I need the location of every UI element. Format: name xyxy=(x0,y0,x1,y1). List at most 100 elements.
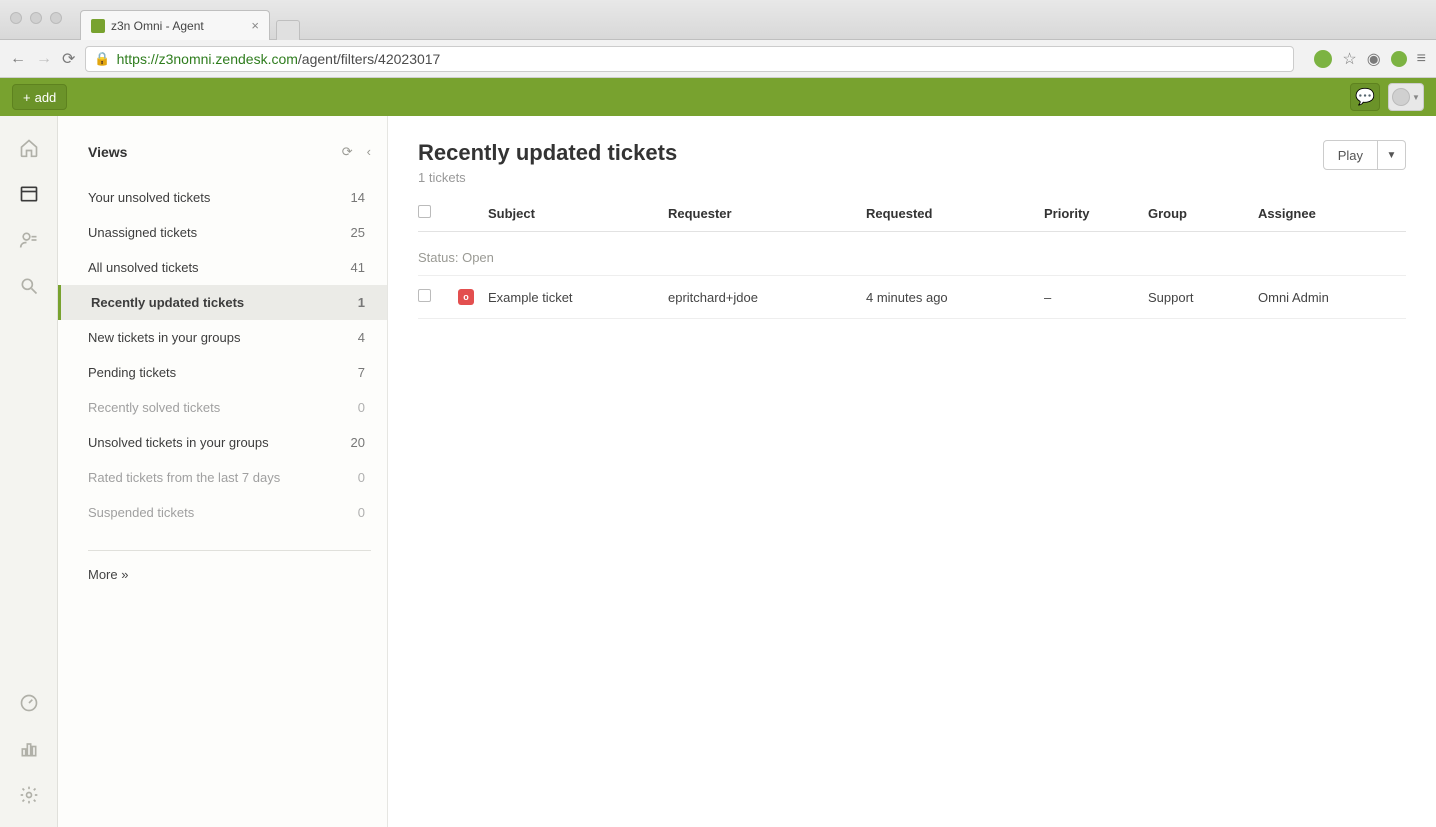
browser-tab[interactable]: z3n Omni - Agent × xyxy=(80,10,270,40)
view-count: 1 xyxy=(358,295,365,310)
tab-title: z3n Omni - Agent xyxy=(111,19,204,33)
row-checkbox[interactable] xyxy=(418,289,431,302)
window-controls[interactable] xyxy=(10,12,62,24)
add-label: add xyxy=(35,90,57,105)
select-all-checkbox[interactable] xyxy=(418,205,431,218)
view-label: New tickets in your groups xyxy=(88,330,240,345)
view-count: 14 xyxy=(351,190,365,205)
view-count: 41 xyxy=(351,260,365,275)
view-label: Pending tickets xyxy=(88,365,176,380)
view-label: Unsolved tickets in your groups xyxy=(88,435,269,450)
view-item-6[interactable]: Recently solved tickets 0 xyxy=(88,390,371,425)
views-icon[interactable] xyxy=(19,184,39,204)
extension-dot-icon[interactable] xyxy=(1391,51,1407,67)
view-label: Unassigned tickets xyxy=(88,225,197,240)
view-item-9[interactable]: Suspended tickets 0 xyxy=(88,495,371,530)
gauge-icon[interactable] xyxy=(19,693,39,713)
view-item-5[interactable]: Pending tickets 7 xyxy=(88,355,371,390)
view-count: 4 xyxy=(358,330,365,345)
view-label: Your unsolved tickets xyxy=(88,190,210,205)
col-requester[interactable]: Requester xyxy=(668,206,866,221)
view-count: 0 xyxy=(358,505,365,520)
forward-button: → xyxy=(36,50,52,68)
page-title: Recently updated tickets xyxy=(418,140,677,166)
view-item-2[interactable]: All unsolved tickets 41 xyxy=(88,250,371,285)
cell-requested: 4 minutes ago xyxy=(866,290,1044,305)
close-window-icon[interactable] xyxy=(10,12,22,24)
new-tab-button[interactable] xyxy=(276,20,300,40)
col-subject[interactable]: Subject xyxy=(488,206,668,221)
view-label: Rated tickets from the last 7 days xyxy=(88,470,280,485)
reload-button[interactable]: ⟳ xyxy=(62,49,75,69)
avatar-icon xyxy=(1392,88,1410,106)
ticket-count: 1 tickets xyxy=(418,170,677,185)
divider xyxy=(88,550,371,551)
lock-icon: 🔒 xyxy=(94,51,110,67)
url-host: https://z3nomni.zendesk.com xyxy=(117,51,298,67)
table-row[interactable]: oExample ticketepritchard+jdoe4 minutes … xyxy=(418,275,1406,319)
view-label: Recently solved tickets xyxy=(88,400,220,415)
view-label: Recently updated tickets xyxy=(91,295,244,310)
col-group[interactable]: Group xyxy=(1148,206,1258,221)
extension-icon[interactable] xyxy=(1314,50,1332,68)
collapse-sidebar-icon[interactable]: ‹ xyxy=(367,144,371,160)
view-count: 25 xyxy=(351,225,365,240)
view-item-3[interactable]: Recently updated tickets 1 xyxy=(58,285,387,320)
add-button[interactable]: + add xyxy=(12,84,67,110)
table-header: Subject Requester Requested Priority Gro… xyxy=(418,205,1406,232)
col-requested[interactable]: Requested xyxy=(866,206,1044,221)
cell-priority: – xyxy=(1044,290,1148,305)
tickets-table: Subject Requester Requested Priority Gro… xyxy=(418,205,1406,319)
menu-icon[interactable]: ≡ xyxy=(1417,50,1426,68)
close-tab-icon[interactable]: × xyxy=(251,18,259,33)
reports-icon[interactable] xyxy=(19,739,39,759)
plus-icon: + xyxy=(23,90,31,105)
view-label: Suspended tickets xyxy=(88,505,194,520)
sidebar-title: Views xyxy=(88,144,127,160)
refresh-views-icon[interactable]: ⟳ xyxy=(342,144,353,160)
cell-subject: Example ticket xyxy=(488,290,668,305)
view-item-7[interactable]: Unsolved tickets in your groups 20 xyxy=(88,425,371,460)
app-header: + add 💬 ▼ xyxy=(0,78,1436,116)
search-icon[interactable] xyxy=(19,276,39,296)
chat-icon: 💬 xyxy=(1355,87,1375,107)
back-button[interactable]: ← xyxy=(10,50,26,68)
view-item-1[interactable]: Unassigned tickets 25 xyxy=(88,215,371,250)
minimize-window-icon[interactable] xyxy=(30,12,42,24)
nav-rail xyxy=(0,116,58,827)
address-bar[interactable]: 🔒 https://z3nomni.zendesk.com/agent/filt… xyxy=(85,46,1294,72)
chat-button[interactable]: 💬 xyxy=(1350,83,1380,111)
cell-group: Support xyxy=(1148,290,1258,305)
favicon-icon xyxy=(91,19,105,33)
view-count: 7 xyxy=(358,365,365,380)
view-item-4[interactable]: New tickets in your groups 4 xyxy=(88,320,371,355)
view-count: 0 xyxy=(358,400,365,415)
admin-gear-icon[interactable] xyxy=(19,785,39,805)
more-views-link[interactable]: More » xyxy=(88,567,371,582)
col-priority[interactable]: Priority xyxy=(1044,206,1148,221)
view-label: All unsolved tickets xyxy=(88,260,199,275)
browser-titlebar: z3n Omni - Agent × xyxy=(0,0,1436,40)
main-panel: Recently updated tickets 1 tickets Play … xyxy=(388,116,1436,827)
play-button[interactable]: Play xyxy=(1323,140,1378,170)
view-count: 0 xyxy=(358,470,365,485)
maximize-window-icon[interactable] xyxy=(50,12,62,24)
view-count: 20 xyxy=(351,435,365,450)
url-path: /agent/filters/42023017 xyxy=(298,51,440,67)
bookmark-icon[interactable]: ☆ xyxy=(1342,49,1356,69)
col-assignee[interactable]: Assignee xyxy=(1258,206,1406,221)
profile-menu[interactable]: ▼ xyxy=(1388,83,1424,111)
browser-toolbar: ← → ⟳ 🔒 https://z3nomni.zendesk.com/agen… xyxy=(0,40,1436,78)
view-item-8[interactable]: Rated tickets from the last 7 days 0 xyxy=(88,460,371,495)
info-icon[interactable]: ◉ xyxy=(1367,49,1381,69)
chevron-down-icon: ▼ xyxy=(1412,93,1420,102)
views-sidebar: Views ⟳ ‹ Your unsolved tickets14Unassig… xyxy=(58,116,388,827)
customers-icon[interactable] xyxy=(19,230,39,250)
play-dropdown[interactable]: ▼ xyxy=(1378,140,1406,170)
status-badge: o xyxy=(458,289,474,305)
home-icon[interactable] xyxy=(19,138,39,158)
group-header: Status: Open xyxy=(418,232,1406,275)
view-item-0[interactable]: Your unsolved tickets 14 xyxy=(88,180,371,215)
cell-assignee: Omni Admin xyxy=(1258,290,1406,305)
views-list: Your unsolved tickets14Unassigned ticket… xyxy=(88,180,371,530)
